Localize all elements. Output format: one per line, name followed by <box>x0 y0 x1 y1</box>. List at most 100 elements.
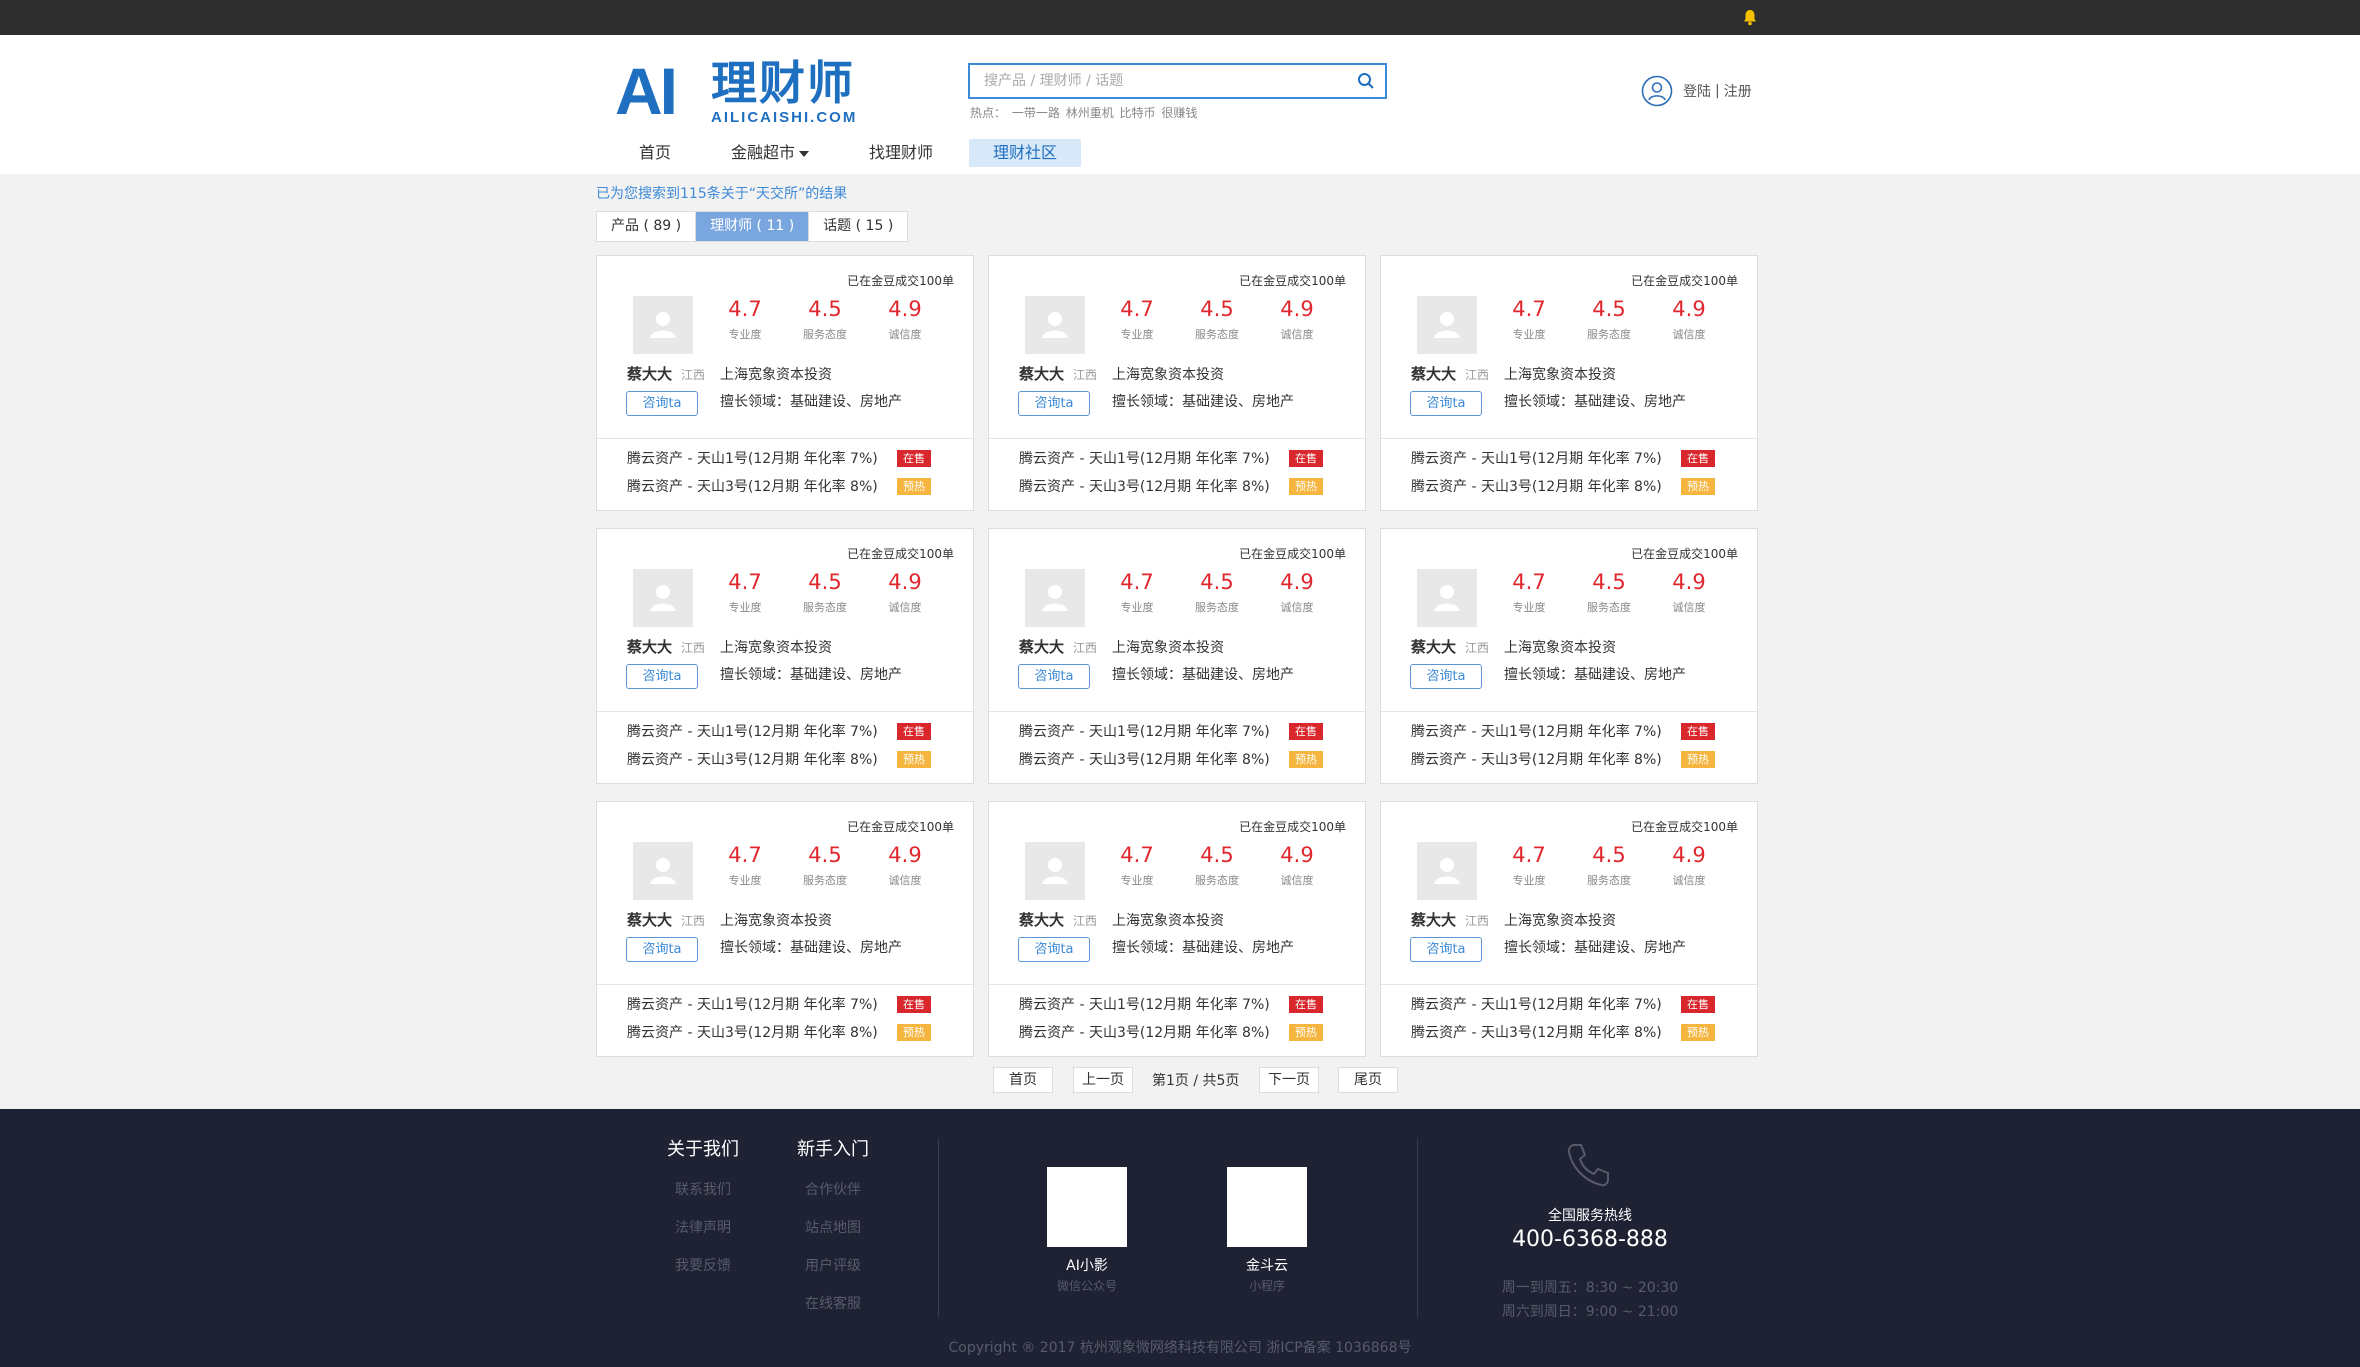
footer-link[interactable]: 合作伙伴 <box>805 1179 861 1199</box>
rating-label: 专业度 <box>1120 601 1154 614</box>
product-link[interactable]: 腾云资产 - 天山1号(12月期 年化率 7%) <box>627 994 878 1014</box>
hot-term[interactable]: 一带一路 <box>1012 106 1060 120</box>
product-link[interactable]: 腾云资产 - 天山1号(12月期 年化率 7%) <box>1019 994 1270 1014</box>
footer-link[interactable]: 站点地图 <box>805 1217 861 1237</box>
hot-term[interactable]: 比特币 <box>1120 106 1156 120</box>
planner-name[interactable]: 蔡大大 <box>1411 909 1456 930</box>
product-link[interactable]: 腾云资产 - 天山1号(12月期 年化率 7%) <box>1411 994 1662 1014</box>
product-link[interactable]: 腾云资产 - 天山3号(12月期 年化率 8%) <box>1411 476 1662 496</box>
planner-name[interactable]: 蔡大大 <box>1411 636 1456 657</box>
result-tabs: 产品 ( 89 ) 理财师 ( 11 ) 话题 ( 15 ) <box>596 211 909 242</box>
hot-term[interactable]: 很赚钱 <box>1161 106 1197 120</box>
footer-link[interactable]: 联系我们 <box>675 1179 731 1199</box>
page-prev-button[interactable]: 上一页 <box>1073 1067 1133 1093</box>
product-link[interactable]: 腾云资产 - 天山1号(12月期 年化率 7%) <box>1019 448 1270 468</box>
footer-link[interactable]: 法律声明 <box>675 1217 731 1237</box>
site-logo[interactable]: AI 理财师 AILICAISHI.COM <box>615 55 855 127</box>
consult-button[interactable]: 咨询ta <box>1410 937 1482 962</box>
planner-name[interactable]: 蔡大大 <box>1019 363 1064 384</box>
consult-button[interactable]: 咨询ta <box>1018 937 1090 962</box>
page-last-button[interactable]: 尾页 <box>1338 1067 1398 1093</box>
consult-button[interactable]: 咨询ta <box>1018 391 1090 416</box>
product-link[interactable]: 腾云资产 - 天山1号(12月期 年化率 7%) <box>627 448 878 468</box>
product-link[interactable]: 腾云资产 - 天山1号(12月期 年化率 7%) <box>1411 721 1662 741</box>
planner-name[interactable]: 蔡大大 <box>627 363 672 384</box>
planner-name[interactable]: 蔡大大 <box>627 636 672 657</box>
rating-value: 4.7 <box>1120 843 1154 867</box>
consult-button[interactable]: 咨询ta <box>1018 664 1090 689</box>
product-link[interactable]: 腾云资产 - 天山3号(12月期 年化率 8%) <box>1411 1022 1662 1042</box>
consult-button[interactable]: 咨询ta <box>1410 391 1482 416</box>
rating-metric: 4.5 服务态度 <box>1187 842 1247 888</box>
rating-value: 4.5 <box>808 570 842 594</box>
product-link[interactable]: 腾云资产 - 天山3号(12月期 年化率 8%) <box>627 749 878 769</box>
footer-divider <box>938 1139 939 1317</box>
qr-name: AI小影 <box>1066 1258 1108 1274</box>
footer-link[interactable]: 我要反馈 <box>675 1255 731 1275</box>
rating-value: 4.9 <box>1280 570 1314 594</box>
consult-button[interactable]: 咨询ta <box>626 664 698 689</box>
planner-card: 已在金豆成交100单 4.7 专业度 4.5 服务态度 4.9 诚信度 蔡大大 江西 上海宽象资本… <box>1380 255 1758 511</box>
consult-button[interactable]: 咨询ta <box>626 937 698 962</box>
bell-icon[interactable] <box>1742 9 1758 26</box>
planner-expertise: 擅长领域：基础建设、房地产 <box>720 667 902 683</box>
footer-newbie-title: 新手入门 <box>797 1139 869 1160</box>
planner-company: 上海宽象资本投资 <box>1112 640 1224 656</box>
product-link[interactable]: 腾云资产 - 天山3号(12月期 年化率 8%) <box>627 476 878 496</box>
planner-name[interactable]: 蔡大大 <box>1411 363 1456 384</box>
planner-company: 上海宽象资本投资 <box>1112 913 1224 929</box>
product-link[interactable]: 腾云资产 - 天山1号(12月期 年化率 7%) <box>1411 448 1662 468</box>
tab-planners[interactable]: 理财师 ( 11 ) <box>696 212 810 241</box>
product-link[interactable]: 腾云资产 - 天山3号(12月期 年化率 8%) <box>1019 1022 1270 1042</box>
rating-metric: 4.9 诚信度 <box>875 296 935 342</box>
page-next-button[interactable]: 下一页 <box>1259 1067 1319 1093</box>
planner-expertise: 擅长领域：基础建设、房地产 <box>1504 667 1686 683</box>
copyright: Copyright ® 2017 杭州观象微网络科技有限公司 浙ICP备案 10… <box>948 1340 1412 1356</box>
planner-name[interactable]: 蔡大大 <box>1019 636 1064 657</box>
consult-button[interactable]: 咨询ta <box>626 391 698 416</box>
hot-term[interactable]: 林州重机 <box>1066 106 1114 120</box>
nav-market[interactable]: 金融超市 <box>707 139 833 167</box>
planner-expertise: 擅长领域：基础建设、房地产 <box>720 394 902 410</box>
product-link[interactable]: 腾云资产 - 天山3号(12月期 年化率 8%) <box>1411 749 1662 769</box>
footer-link[interactable]: 用户评级 <box>805 1255 861 1275</box>
search-icon[interactable] <box>1357 72 1375 90</box>
status-badge: 预热 <box>897 478 931 495</box>
consult-button[interactable]: 咨询ta <box>1410 664 1482 689</box>
product-link[interactable]: 腾云资产 - 天山3号(12月期 年化率 8%) <box>627 1022 878 1042</box>
nav-label: 金融超市 <box>731 143 796 162</box>
rating-label: 诚信度 <box>1280 328 1314 341</box>
search-input[interactable] <box>984 65 1344 97</box>
footer-link[interactable]: 在线客服 <box>805 1293 861 1313</box>
login-link[interactable]: 登陆 <box>1683 81 1711 101</box>
planner-name[interactable]: 蔡大大 <box>627 909 672 930</box>
rating-label: 诚信度 <box>1280 874 1314 887</box>
page-first-button[interactable]: 首页 <box>993 1067 1053 1093</box>
main-nav: 首页 金融超市 找理财师 理财社区 <box>615 139 1093 167</box>
planner-name[interactable]: 蔡大大 <box>1019 909 1064 930</box>
nav-community[interactable]: 理财社区 <box>969 139 1082 167</box>
product-link[interactable]: 腾云资产 - 天山3号(12月期 年化率 8%) <box>1019 476 1270 496</box>
rating-label: 服务态度 <box>1587 601 1631 614</box>
status-badge: 预热 <box>897 751 931 768</box>
rating-metric: 4.9 诚信度 <box>1659 296 1719 342</box>
nav-home[interactable]: 首页 <box>615 139 695 167</box>
avatar-placeholder-icon <box>650 858 676 884</box>
planner-card: 已在金豆成交100单 4.7 专业度 4.5 服务态度 4.9 诚信度 蔡大大 江西 上海宽象资本… <box>596 801 974 1057</box>
qr-code-wechat <box>1047 1167 1127 1247</box>
rating-value: 4.9 <box>888 297 922 321</box>
product-link[interactable]: 腾云资产 - 天山1号(12月期 年化率 7%) <box>627 721 878 741</box>
planner-card: 已在金豆成交100单 4.7 专业度 4.5 服务态度 4.9 诚信度 蔡大大 江西 上海宽象资本… <box>1380 528 1758 784</box>
rating-metric: 4.7 专业度 <box>715 569 775 615</box>
product-link[interactable]: 腾云资产 - 天山3号(12月期 年化率 8%) <box>1019 749 1270 769</box>
user-icon[interactable] <box>1641 75 1673 107</box>
tab-topics[interactable]: 话题 ( 15 ) <box>809 212 907 241</box>
register-link[interactable]: 注册 <box>1724 81 1752 101</box>
nav-find-planner[interactable]: 找理财师 <box>845 139 957 167</box>
planner-province: 江西 <box>1465 641 1490 655</box>
planner-card: 已在金豆成交100单 4.7 专业度 4.5 服务态度 4.9 诚信度 蔡大大 江西 上海宽象资本… <box>1380 801 1758 1057</box>
product-link[interactable]: 腾云资产 - 天山1号(12月期 年化率 7%) <box>1019 721 1270 741</box>
user-separator: | <box>1715 83 1720 99</box>
tab-products[interactable]: 产品 ( 89 ) <box>597 212 697 241</box>
rating-metric: 4.5 服务态度 <box>1187 569 1247 615</box>
